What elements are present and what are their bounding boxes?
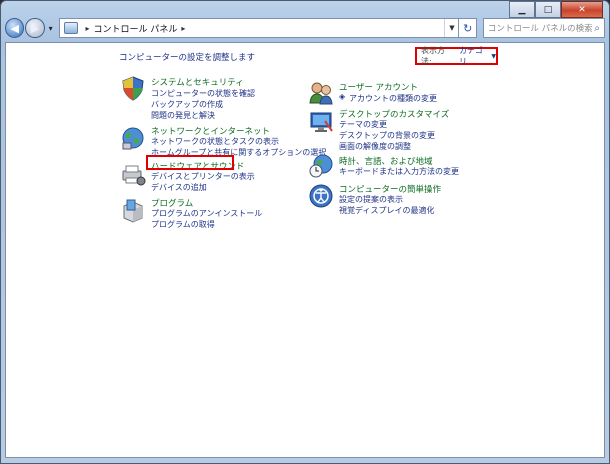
link-network-status[interactable]: ネットワークの状態とタスクの表示 [151, 136, 279, 147]
ease-of-access-icon[interactable] [308, 183, 334, 209]
link-change-account-type[interactable]: アカウントの種類の変更 [349, 93, 437, 104]
control-panel-icon [64, 22, 79, 34]
network-globe-icon[interactable] [120, 125, 146, 151]
link-change-desktop-background[interactable]: デスクトップの背景の変更 [339, 130, 435, 141]
breadcrumb-chevron-icon[interactable]: ▸ [85, 24, 89, 33]
forward-arrow-icon[interactable]: ▶ [25, 18, 45, 38]
search-placeholder: コントロール パネルの検索 [487, 24, 593, 34]
link-adjust-resolution[interactable]: 画面の解像度の調整 [339, 141, 411, 152]
link-uninstall-program[interactable]: プログラムのアンインストール [151, 208, 262, 219]
view-by-selector[interactable]: 表示方法: カテゴリ ▼ [415, 45, 498, 67]
chevron-down-icon[interactable]: ▼ [491, 53, 496, 60]
recent-pages-chevron-icon[interactable]: ▾ [46, 24, 56, 33]
view-by-label: 表示方法: [421, 46, 445, 66]
window-frame: ▁ □ ✕ ◀ ▶ ▾ ▸ コントロール パネル ▸ ▼ ↻ コントロール パネ… [0, 0, 610, 464]
uac-shield-icon: ◈ [339, 92, 346, 101]
refresh-icon[interactable]: ↻ [459, 18, 477, 38]
link-change-keyboard-input[interactable]: キーボードまたは入力方法の変更 [339, 166, 459, 177]
breadcrumb-chevron-icon[interactable]: ▸ [181, 24, 185, 33]
category-title-user-accounts[interactable]: ユーザー アカウント [339, 81, 418, 93]
category-title-system-security[interactable]: システムとセキュリティ [151, 76, 244, 88]
link-suggested-settings[interactable]: 設定の提案の表示 [339, 194, 403, 205]
page-title: コンピューターの設定を調整します [119, 53, 256, 63]
search-input[interactable]: コントロール パネルの検索 ⌕ [482, 18, 605, 38]
address-bar[interactable]: ▸ コントロール パネル ▸ ▼ [59, 18, 460, 38]
back-arrow-icon[interactable]: ◀ [5, 18, 25, 38]
link-devices-printers[interactable]: デバイスとプリンターの表示 [151, 171, 255, 182]
highlight-box-hardware-sound [146, 155, 234, 170]
link-add-device[interactable]: デバイスの追加 [151, 182, 207, 193]
breadcrumb-control-panel[interactable]: コントロール パネル [94, 22, 178, 35]
system-security-shield-icon[interactable] [120, 75, 146, 101]
link-get-programs[interactable]: プログラムの取得 [151, 219, 215, 230]
link-optimize-visual-display[interactable]: 視覚ディスプレイの最適化 [339, 205, 434, 216]
search-icon[interactable]: ⌕ [594, 23, 600, 34]
printer-speaker-icon[interactable] [120, 161, 146, 187]
link-change-theme[interactable]: テーマの変更 [339, 119, 387, 130]
desktop-monitor-icon[interactable] [308, 109, 334, 135]
user-accounts-icon[interactable] [308, 80, 334, 106]
link-find-fix-problems[interactable]: 問題の発見と解決 [151, 110, 215, 121]
link-create-backup[interactable]: バックアップの作成 [151, 99, 223, 110]
address-dropdown-icon[interactable]: ▼ [444, 19, 458, 37]
clock-globe-icon[interactable] [308, 153, 334, 179]
programs-box-icon[interactable] [120, 197, 146, 223]
navigation-bar: ◀ ▶ ▾ ▸ コントロール パネル ▸ ▼ ↻ コントロール パネルの検索 ⌕ [5, 15, 605, 41]
link-check-computer-status[interactable]: コンピューターの状態を確認 [151, 88, 255, 99]
view-by-value[interactable]: カテゴリ [459, 45, 488, 67]
control-panel-content: コンピューターの設定を調整します 表示方法: カテゴリ ▼ システムとセキュリテ… [5, 42, 605, 458]
